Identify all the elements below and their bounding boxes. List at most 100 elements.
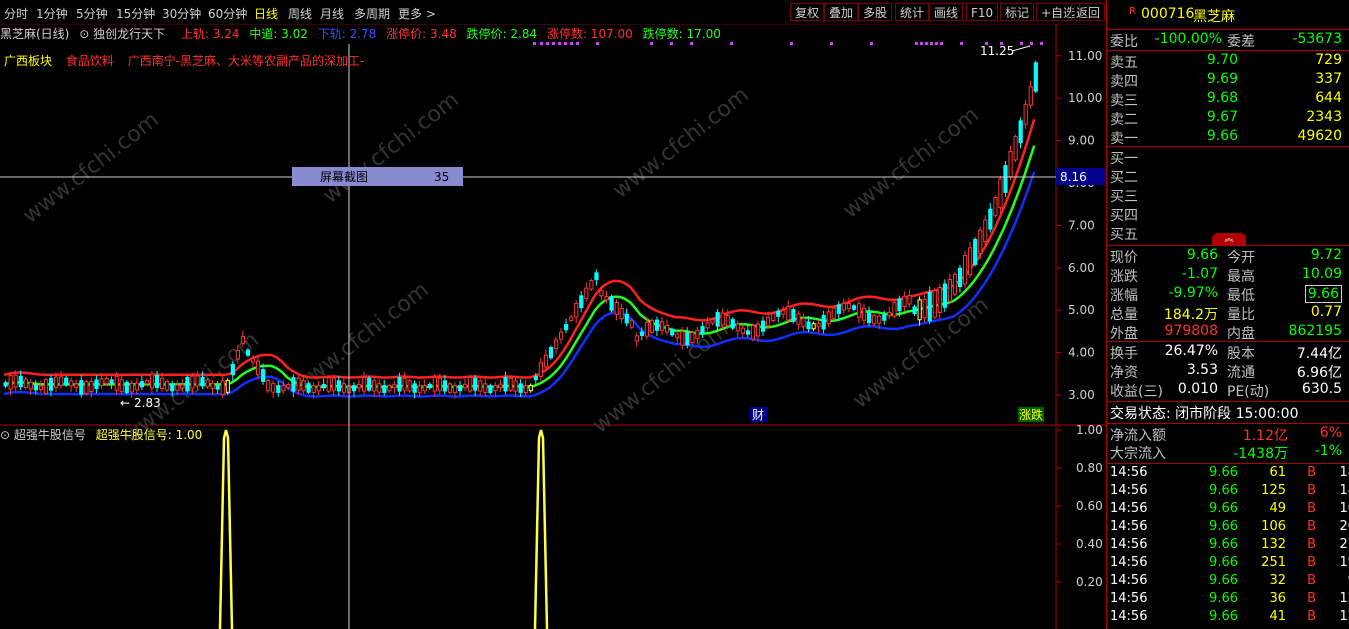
tick-price: 9.66 [1209, 555, 1238, 570]
weicha-label: 委差 [1227, 34, 1255, 50]
ask-row[interactable]: 卖四 9.69 337 [1107, 71, 1349, 90]
period-tab-weekly[interactable]: 周线 [288, 5, 312, 22]
candle-body [397, 376, 402, 392]
tick-row: 14:56 9.66 41 B 12 [1107, 609, 1349, 628]
ask-row[interactable]: 卖一 9.66 49620 [1107, 128, 1349, 147]
candle-body [927, 291, 932, 322]
candle-body [104, 377, 109, 385]
back-button[interactable]: 返回 [1071, 3, 1106, 21]
industry-label[interactable]: 食品饮料 [66, 54, 114, 68]
period-tab-60min[interactable]: 60分钟 [208, 5, 247, 22]
candle-body [761, 320, 766, 332]
ask-volume: 49620 [1297, 128, 1342, 144]
tick-side: B [1307, 501, 1316, 516]
signal-dot [670, 42, 673, 45]
quote-row: 涨跌 -1.07 最高 10.09 [1107, 266, 1349, 285]
sector-label[interactable]: 广西板块 [4, 54, 52, 68]
candle-body [74, 383, 79, 388]
candle-body [932, 289, 937, 318]
signal-dot [540, 42, 543, 45]
block-flow-row: 大宗流入 -1438万 -1% [1107, 443, 1349, 462]
candle-body [735, 323, 740, 332]
draw-line-button[interactable]: 画线 [929, 3, 964, 21]
candle-body [463, 383, 468, 389]
ask-label: 卖四 [1110, 74, 1138, 90]
statistics-button[interactable]: 统计 [895, 3, 930, 21]
tick-volume: 49 [1269, 501, 1286, 516]
candle-body [291, 377, 296, 392]
indicator-header: 黑芝麻(日线) ⊙ 独创龙行天下 上轨: 3.24 中道: 3.02 下轨: 2… [0, 25, 1056, 41]
overlay-button[interactable]: 叠加 [824, 3, 859, 21]
candle-body [139, 381, 145, 388]
candle-body [261, 369, 266, 382]
candle-body [887, 311, 892, 317]
netflow-pct: 6% [1319, 425, 1342, 441]
candle-body [771, 313, 776, 321]
period-tab-fenshi[interactable]: 分时 [4, 5, 28, 22]
quote-value: 0.77 [1310, 304, 1342, 320]
multi-stock-button[interactable]: 多股 [858, 3, 893, 21]
bid-row[interactable]: 买一 [1107, 148, 1349, 167]
tick-side: B [1307, 537, 1316, 552]
quote-label: 最高 [1227, 269, 1255, 285]
signal-dot [1020, 42, 1023, 45]
period-tab-more[interactable]: 更多 > [398, 5, 436, 22]
tick-side: B [1307, 555, 1316, 570]
candle-body [160, 377, 165, 390]
fundamental-label: 换手 [1110, 346, 1138, 362]
block-flow-value: -1438万 [1233, 446, 1288, 462]
candle-body [412, 383, 417, 393]
candle-body [518, 383, 523, 393]
period-tab-15min[interactable]: 15分钟 [116, 5, 155, 22]
candle-body [326, 377, 331, 392]
ask-row[interactable]: 卖三 9.68 644 [1107, 90, 1349, 109]
tick-volume: 125 [1261, 483, 1286, 498]
candle-body [43, 379, 49, 394]
period-tab-daily[interactable]: 日线 [254, 5, 278, 22]
candle-body [129, 382, 134, 393]
kline-chart[interactable]: www.cfchi.com www.cfchi.com www.cfchi.com w… [0, 24, 1106, 629]
candle-body [422, 385, 427, 392]
quote-value: 184.2万 [1163, 307, 1218, 323]
candle-body [33, 384, 38, 391]
tick-price: 9.66 [1209, 573, 1238, 588]
candle-body [1003, 165, 1008, 193]
tick-count: 18 [1339, 465, 1349, 480]
tick-price: 9.66 [1209, 501, 1238, 516]
period-tab-monthly[interactable]: 月线 [320, 5, 344, 22]
tick-volume: 41 [1269, 609, 1286, 624]
period-tab-5min[interactable]: 5分钟 [76, 5, 108, 22]
period-tab-multi[interactable]: 多周期 [354, 5, 390, 22]
candle-body [306, 383, 311, 393]
bid-row[interactable]: 买二 [1107, 167, 1349, 186]
price-tick-label: 7.00 [1068, 218, 1095, 232]
candle-body [867, 311, 872, 324]
candle-body [710, 319, 715, 324]
weicha-value: -53673 [1292, 31, 1342, 47]
period-tab-1min[interactable]: 1分钟 [36, 5, 68, 22]
f10-button[interactable]: F10 [966, 3, 999, 21]
candle-body [256, 360, 261, 376]
indicator-name[interactable]: ⊙ 独创龙行天下 [79, 27, 171, 41]
signal-dot [546, 42, 549, 45]
bid-row[interactable]: 买四 [1107, 205, 1349, 224]
signal-indicator-title: 超强牛股信号 [13, 428, 86, 442]
signal-dot [650, 42, 653, 45]
bid-row[interactable]: 买三 [1107, 186, 1349, 205]
candle-body [316, 385, 321, 392]
period-tab-30min[interactable]: 30分钟 [162, 5, 201, 22]
fuquan-button[interactable]: 复权 [790, 3, 825, 21]
quote-value: -1.07 [1181, 266, 1218, 282]
price-tick-label: 9.00 [1068, 134, 1095, 148]
collapse-toggle-icon[interactable]: ︽ [1212, 233, 1246, 245]
candle-body [589, 280, 594, 290]
candle-body [180, 384, 185, 389]
bid-label: 买二 [1110, 170, 1138, 186]
candle-body [195, 375, 200, 387]
ask-row[interactable]: 卖二 9.67 2343 [1107, 109, 1349, 128]
mark-button[interactable]: 标记 [1000, 3, 1035, 21]
ask-row[interactable]: 卖五 9.70 729 [1107, 52, 1349, 71]
signal-indicator-name[interactable]: ⊙ 超强牛股信号 [0, 428, 86, 442]
candle-body [821, 314, 826, 330]
candle-body [493, 385, 498, 392]
